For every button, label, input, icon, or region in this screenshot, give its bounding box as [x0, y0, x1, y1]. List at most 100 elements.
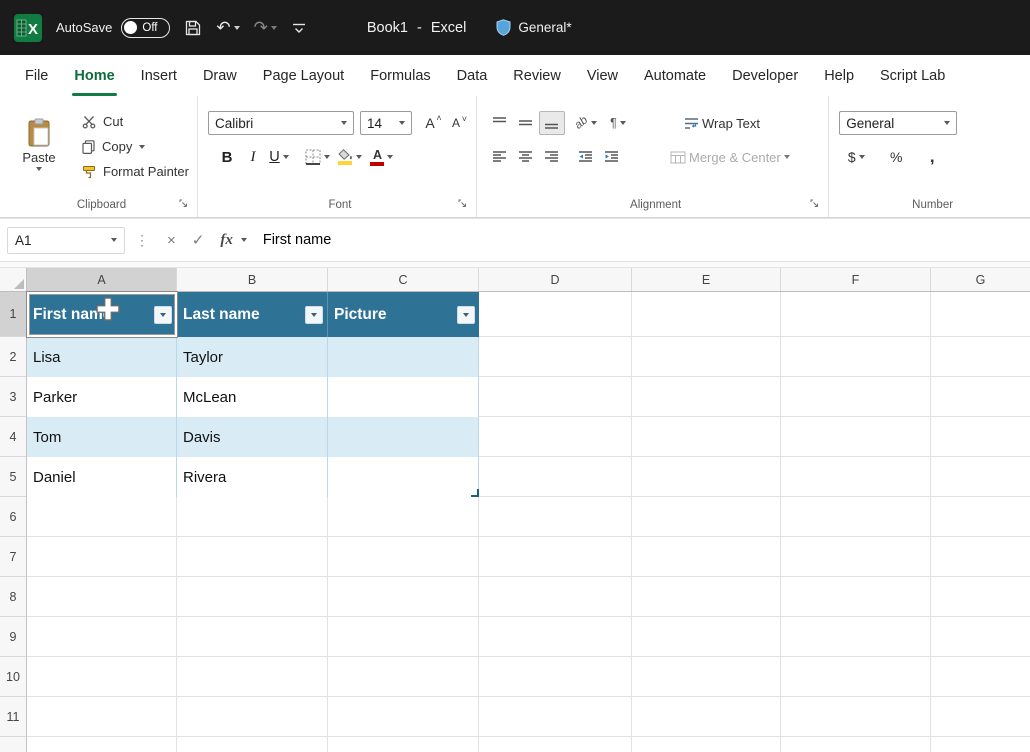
font-name-chevron-icon[interactable]	[341, 121, 347, 125]
align-bottom-button[interactable]	[539, 111, 565, 135]
clipboard-dialog-launcher-icon[interactable]	[179, 199, 188, 211]
formula-bar-chevron-icon[interactable]	[241, 238, 247, 242]
filter-button-first-name[interactable]	[154, 306, 172, 324]
row-header-partial[interactable]	[0, 737, 26, 752]
column-header-g[interactable]: G	[931, 268, 1030, 291]
orientation-button[interactable]: ab	[573, 111, 599, 135]
name-box-chevron-icon[interactable]	[111, 238, 117, 242]
reading-order-button[interactable]: ¶	[605, 111, 631, 135]
paste-button[interactable]: Paste	[10, 109, 68, 177]
merge-center-button[interactable]: Merge & Center	[669, 145, 791, 169]
table-resize-handle[interactable]	[471, 489, 479, 497]
tab-insert[interactable]: Insert	[128, 55, 190, 96]
cell-c3[interactable]	[328, 377, 479, 417]
row-header-8[interactable]: 8	[0, 577, 26, 617]
font-size-chevron-icon[interactable]	[399, 121, 405, 125]
font-color-chevron-icon[interactable]	[387, 155, 393, 159]
italic-button[interactable]: I	[240, 145, 266, 169]
bold-button[interactable]: B	[214, 145, 240, 169]
column-header-b[interactable]: B	[177, 268, 328, 291]
cell-a2[interactable]: Lisa	[27, 337, 177, 377]
font-name-combobox[interactable]: Calibri	[208, 111, 354, 135]
cell-a5[interactable]: Daniel	[27, 457, 177, 497]
accounting-format-button[interactable]: $	[843, 145, 869, 169]
cell-a3[interactable]: Parker	[27, 377, 177, 417]
format-painter-button[interactable]: Format Painter	[78, 159, 193, 184]
cell-c1[interactable]: Picture	[328, 292, 479, 337]
excel-app-icon[interactable]: X	[14, 14, 42, 42]
undo-menu-chevron-icon[interactable]	[234, 26, 240, 30]
cell-a4[interactable]: Tom	[27, 417, 177, 457]
cell-b4[interactable]: Davis	[177, 417, 328, 457]
tab-formulas[interactable]: Formulas	[357, 55, 443, 96]
font-size-combobox[interactable]: 14	[360, 111, 412, 135]
tab-data[interactable]: Data	[444, 55, 501, 96]
autosave-switch[interactable]: Off	[121, 18, 170, 38]
insert-function-button[interactable]: fx	[212, 232, 241, 249]
cell-a1[interactable]: First name	[27, 292, 177, 337]
fill-color-chevron-icon[interactable]	[356, 155, 362, 159]
autosave-toggle[interactable]: AutoSave Off	[56, 18, 170, 38]
copy-button[interactable]: Copy	[78, 134, 193, 159]
row-header-10[interactable]: 10	[0, 657, 26, 697]
tab-home[interactable]: Home	[61, 55, 127, 96]
align-top-button[interactable]	[487, 111, 513, 135]
row-header-11[interactable]: 11	[0, 697, 26, 737]
accounting-chevron-icon[interactable]	[859, 155, 865, 159]
underline-chevron-icon[interactable]	[283, 155, 289, 159]
row-header-7[interactable]: 7	[0, 537, 26, 577]
align-left-button[interactable]	[487, 145, 513, 169]
align-middle-button[interactable]	[513, 111, 539, 135]
cell-c5[interactable]	[328, 457, 479, 497]
align-right-button[interactable]	[539, 145, 565, 169]
column-header-a[interactable]: A	[27, 268, 177, 291]
sensitivity-label-button[interactable]: General*	[496, 19, 571, 36]
row-header-9[interactable]: 9	[0, 617, 26, 657]
undo-button[interactable]: ↶	[216, 19, 239, 36]
cell-b2[interactable]: Taylor	[177, 337, 328, 377]
increase-font-size-button[interactable]: A˄	[420, 111, 446, 135]
alignment-dialog-launcher-icon[interactable]	[810, 199, 819, 211]
select-all-button[interactable]	[0, 268, 27, 291]
decrease-font-size-button[interactable]: A˅	[446, 111, 472, 135]
formula-bar-gripper[interactable]: ⋮	[135, 232, 149, 249]
cancel-button[interactable]: ×	[159, 232, 184, 249]
font-dialog-launcher-icon[interactable]	[458, 199, 467, 211]
filter-button-picture[interactable]	[457, 306, 475, 324]
redo-button[interactable]: ↷	[254, 19, 277, 36]
cell-b1[interactable]: Last name	[177, 292, 328, 337]
row-header-6[interactable]: 6	[0, 497, 26, 537]
borders-chevron-icon[interactable]	[324, 155, 330, 159]
tab-automate[interactable]: Automate	[631, 55, 719, 96]
column-header-d[interactable]: D	[479, 268, 632, 291]
row-header-2[interactable]: 2	[0, 337, 26, 377]
number-format-combobox[interactable]: General	[839, 111, 957, 135]
row-header-3[interactable]: 3	[0, 377, 26, 417]
tab-script-lab[interactable]: Script Lab	[867, 55, 958, 96]
column-header-f[interactable]: F	[781, 268, 931, 291]
percent-style-button[interactable]: %	[883, 145, 909, 169]
name-box[interactable]: A1	[7, 227, 125, 254]
row-header-5[interactable]: 5	[0, 457, 26, 497]
customize-quick-access-toolbar-button[interactable]	[291, 21, 307, 35]
cells-area[interactable]: First name Last name Picture Lisa Taylor	[27, 292, 1030, 752]
tab-draw[interactable]: Draw	[190, 55, 250, 96]
row-header-1[interactable]: 1	[0, 292, 26, 337]
fill-color-button[interactable]	[337, 145, 363, 169]
column-header-e[interactable]: E	[632, 268, 781, 291]
tab-developer[interactable]: Developer	[719, 55, 811, 96]
font-color-button[interactable]: A	[369, 145, 395, 169]
cell-c4[interactable]	[328, 417, 479, 457]
align-center-button[interactable]	[513, 145, 539, 169]
copy-menu-chevron-icon[interactable]	[139, 145, 145, 149]
tab-help[interactable]: Help	[811, 55, 867, 96]
tab-review[interactable]: Review	[500, 55, 574, 96]
tab-view[interactable]: View	[574, 55, 631, 96]
tab-page-layout[interactable]: Page Layout	[250, 55, 357, 96]
cut-button[interactable]: Cut	[78, 109, 193, 134]
comma-style-button[interactable]: ,	[919, 145, 945, 169]
filter-button-last-name[interactable]	[305, 306, 323, 324]
cell-c2[interactable]	[328, 337, 479, 377]
tab-file[interactable]: File	[12, 55, 61, 96]
formula-bar-value[interactable]: First name	[263, 232, 332, 248]
